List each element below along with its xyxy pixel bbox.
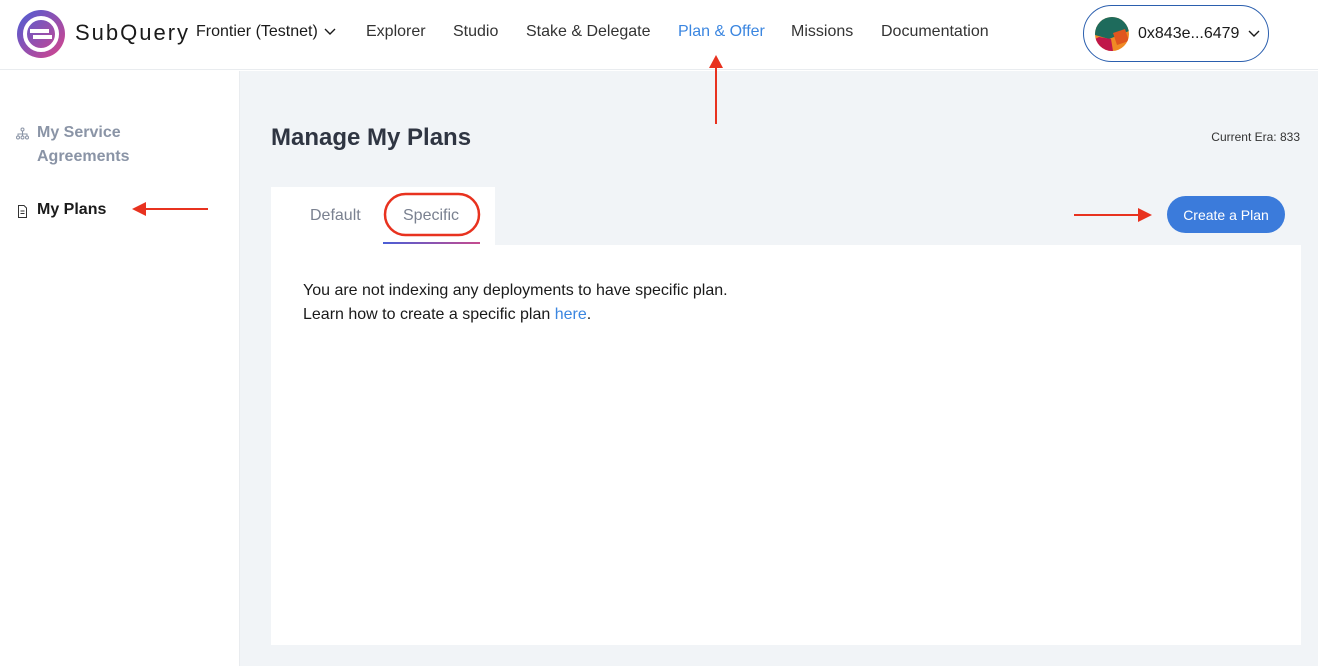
empty-state-line: You are not indexing any deployments to … xyxy=(303,282,728,299)
document-icon xyxy=(18,205,27,218)
nav-studio[interactable]: Studio xyxy=(453,23,498,41)
main-content: Manage My Plans Current Era: 833 Default… xyxy=(240,71,1318,666)
network-label: Frontier (Testnet) xyxy=(196,23,318,40)
sidebar-item-my-plans[interactable]: My Plans xyxy=(16,201,106,219)
nav-stake-delegate[interactable]: Stake & Delegate xyxy=(526,23,651,41)
nav-plan-offer[interactable]: Plan & Offer xyxy=(678,23,765,41)
empty-state-punctuation: . xyxy=(586,306,592,323)
create-plan-button[interactable]: Create a Plan xyxy=(1167,196,1285,233)
avatar xyxy=(1095,16,1129,51)
nav-explorer[interactable]: Explorer xyxy=(366,23,426,41)
wallet-address: 0x843e...6479 xyxy=(1138,24,1240,42)
tab-default[interactable]: Default xyxy=(310,207,361,225)
learn-more-link[interactable]: here xyxy=(555,306,587,323)
nav-missions[interactable]: Missions xyxy=(791,23,853,41)
hierarchy-icon xyxy=(16,127,29,140)
nav-documentation[interactable]: Documentation xyxy=(881,23,989,41)
chevron-down-icon xyxy=(324,28,336,35)
chevron-down-icon xyxy=(1248,30,1260,37)
subquery-logo-icon[interactable] xyxy=(16,9,66,59)
page-title: Manage My Plans xyxy=(271,124,472,151)
wallet-button[interactable]: 0x843e...6479 xyxy=(1083,5,1269,62)
sidebar-item-label: Agreements xyxy=(37,148,130,165)
active-tab-indicator xyxy=(383,242,480,244)
empty-state-message: You are not indexing any deployments to … xyxy=(303,279,728,327)
empty-state-line: Learn how to create a specific plan xyxy=(303,306,555,323)
plan-tabs: Default Specific xyxy=(271,187,495,245)
sidebar-item-label: My Service xyxy=(37,124,121,141)
sidebar-item-label: My Plans xyxy=(37,201,107,218)
tab-specific[interactable]: Specific xyxy=(403,207,459,225)
current-era: Current Era: 833 xyxy=(1211,130,1300,144)
network-selector[interactable]: Frontier (Testnet) xyxy=(196,23,336,41)
plans-panel: You are not indexing any deployments to … xyxy=(271,245,1301,645)
sidebar: My Service Agreements My Plans xyxy=(0,71,240,666)
top-header: SubQuery Frontier (Testnet) Explorer Stu… xyxy=(0,0,1318,70)
sidebar-item-service-agreements[interactable]: My Service Agreements xyxy=(16,121,129,169)
brand-name: SubQuery xyxy=(75,20,191,45)
